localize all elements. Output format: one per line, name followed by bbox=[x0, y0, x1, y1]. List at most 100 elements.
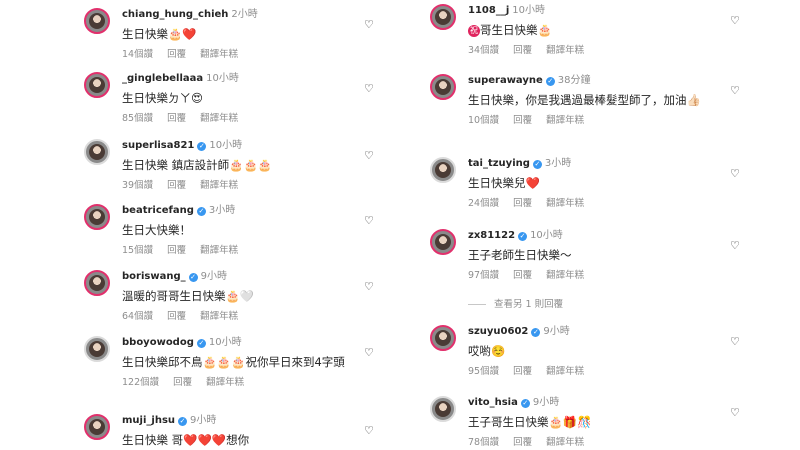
username[interactable]: bboyowodog bbox=[122, 337, 194, 348]
likes-count[interactable]: 95個讚 bbox=[468, 366, 499, 377]
likes-count[interactable]: 34個讚 bbox=[468, 45, 499, 56]
comment-header: zx81122 ✓ 10小時 bbox=[468, 229, 718, 243]
comment-header: superlisa821 ✓ 10小時 bbox=[122, 139, 352, 153]
username[interactable]: chiang_hung_chieh bbox=[122, 9, 228, 20]
avatar[interactable] bbox=[84, 204, 110, 230]
likes-count[interactable]: 15個讚 bbox=[122, 245, 153, 256]
comment-text-content: 王子哥生日快樂🎂🎁🎊 bbox=[468, 415, 592, 429]
avatar[interactable] bbox=[430, 229, 456, 255]
heart-outline-icon[interactable]: ♡ bbox=[364, 83, 374, 94]
comment-text-content: 生日大快樂！ bbox=[122, 223, 191, 237]
comment-text: 哎喲☺️ bbox=[468, 343, 718, 359]
translate-button[interactable]: 翻譯年糕 bbox=[546, 198, 584, 209]
avatar[interactable] bbox=[430, 157, 456, 183]
comment-text-content: 生日快樂兒❤️ bbox=[468, 176, 540, 190]
timestamp: 10小時 bbox=[512, 5, 545, 16]
username[interactable]: muji_jhsu bbox=[122, 415, 175, 426]
heart-outline-icon[interactable]: ♡ bbox=[730, 15, 740, 26]
reply-button[interactable]: 回覆 bbox=[167, 49, 186, 60]
comment-body: 1108__j 10小時祝哥生日快樂🎂 34個讚 回覆 翻譯年糕 bbox=[468, 4, 718, 56]
username[interactable]: tai_tzuying bbox=[468, 158, 530, 169]
likes-count[interactable]: 97個讚 bbox=[468, 270, 499, 281]
comment-meta: 39個讚 回覆 翻譯年糕 bbox=[122, 177, 352, 191]
view-more-replies[interactable]: 查看另 1 則回覆 bbox=[468, 296, 563, 310]
avatar[interactable] bbox=[84, 336, 110, 362]
avatar[interactable] bbox=[84, 8, 110, 34]
timestamp: 38分鐘 bbox=[557, 75, 591, 86]
avatar[interactable] bbox=[84, 270, 110, 296]
avatar[interactable] bbox=[430, 74, 456, 100]
view-replies-label: 查看另 1 則回覆 bbox=[494, 299, 564, 310]
likes-count[interactable]: 24個讚 bbox=[468, 198, 499, 209]
avatar[interactable] bbox=[430, 4, 456, 30]
heart-outline-icon[interactable]: ♡ bbox=[730, 85, 740, 96]
avatar[interactable] bbox=[84, 72, 110, 98]
likes-count[interactable]: 85個讚 bbox=[122, 113, 153, 124]
translate-button[interactable]: 翻譯年糕 bbox=[206, 377, 244, 388]
heart-outline-icon[interactable]: ♡ bbox=[364, 19, 374, 30]
reply-button[interactable]: 回覆 bbox=[513, 45, 532, 56]
comment-body: zx81122 ✓ 10小時 王子老師生日快樂～ 97個讚 回覆 翻譯年糕 bbox=[468, 229, 718, 281]
likes-count[interactable]: 78個讚 bbox=[468, 437, 499, 448]
likes-count[interactable]: 39個讚 bbox=[122, 180, 153, 191]
username[interactable]: 1108__j bbox=[468, 5, 509, 16]
heart-outline-icon[interactable]: ♡ bbox=[730, 407, 740, 418]
timestamp: 2小時 bbox=[231, 9, 258, 20]
comment-text-content: 哥生日快樂🎂 bbox=[480, 23, 552, 37]
translate-button[interactable]: 翻譯年糕 bbox=[546, 437, 584, 448]
translate-button[interactable]: 翻譯年糕 bbox=[546, 115, 584, 126]
comment-meta: 95個讚 回覆 翻譯年糕 bbox=[468, 363, 718, 377]
comment-header: _ginglebellaaa 10小時 bbox=[122, 72, 352, 86]
likes-count[interactable]: 64個讚 bbox=[122, 311, 153, 322]
heart-outline-icon[interactable]: ♡ bbox=[364, 150, 374, 161]
reply-button[interactable]: 回覆 bbox=[167, 311, 186, 322]
translate-button[interactable]: 翻譯年糕 bbox=[200, 245, 238, 256]
reply-button[interactable]: 回覆 bbox=[513, 198, 532, 209]
reply-button[interactable]: 回覆 bbox=[173, 377, 192, 388]
translate-button[interactable]: 翻譯年糕 bbox=[546, 270, 584, 281]
translate-button[interactable]: 翻譯年糕 bbox=[200, 49, 238, 60]
username[interactable]: szuyu0602 bbox=[468, 326, 528, 337]
heart-outline-icon[interactable]: ♡ bbox=[364, 215, 374, 226]
reply-button[interactable]: 回覆 bbox=[513, 366, 532, 377]
heart-outline-icon[interactable]: ♡ bbox=[364, 425, 374, 436]
heart-outline-icon[interactable]: ♡ bbox=[730, 168, 740, 179]
comment-body: superawayne ✓ 38分鐘 生日快樂，你是我遇過最棒髮型師了，加油👍🏻 10個… bbox=[468, 74, 718, 126]
translate-button[interactable]: 翻譯年糕 bbox=[200, 113, 238, 124]
avatar[interactable] bbox=[430, 396, 456, 422]
avatar[interactable] bbox=[430, 325, 456, 351]
comment-meta: 64個讚 回覆 翻譯年糕 bbox=[122, 308, 352, 322]
heart-outline-icon[interactable]: ♡ bbox=[730, 336, 740, 347]
translate-button[interactable]: 翻譯年糕 bbox=[546, 366, 584, 377]
heart-outline-icon[interactable]: ♡ bbox=[730, 240, 740, 251]
username[interactable]: superlisa821 bbox=[122, 140, 194, 151]
heart-outline-icon[interactable]: ♡ bbox=[364, 347, 374, 358]
reply-button[interactable]: 回覆 bbox=[167, 113, 186, 124]
username[interactable]: _ginglebellaaa bbox=[122, 73, 203, 84]
username[interactable]: boriswang_ bbox=[122, 271, 186, 282]
translate-button[interactable]: 翻譯年糕 bbox=[200, 180, 238, 191]
comment-body: chiang_hung_chieh 2小時 生日快樂🎂❤️ 14個讚 回覆 翻譯年糕 bbox=[122, 8, 352, 60]
username[interactable]: superawayne bbox=[468, 75, 543, 86]
likes-count[interactable]: 122個讚 bbox=[122, 377, 159, 388]
username[interactable]: vito_hsia bbox=[468, 397, 518, 408]
comment-body: muji_jhsu ✓ 9小時 生日快樂 哥❤️❤️❤️想你 bbox=[122, 414, 352, 448]
comment-text: 溫暖的哥哥生日快樂🎂🤍 bbox=[122, 288, 352, 304]
avatar[interactable] bbox=[84, 414, 110, 440]
reply-button[interactable]: 回覆 bbox=[167, 245, 186, 256]
translate-button[interactable]: 翻譯年糕 bbox=[200, 311, 238, 322]
reply-button[interactable]: 回覆 bbox=[513, 115, 532, 126]
likes-count[interactable]: 14個讚 bbox=[122, 49, 153, 60]
reply-button[interactable]: 回覆 bbox=[167, 180, 186, 191]
username[interactable]: zx81122 bbox=[468, 230, 515, 241]
username[interactable]: beatricefang bbox=[122, 205, 194, 216]
reply-button[interactable]: 回覆 bbox=[513, 270, 532, 281]
comment-text: 生日快樂🎂❤️ bbox=[122, 26, 352, 42]
heart-outline-icon[interactable]: ♡ bbox=[364, 281, 374, 292]
comment-header: chiang_hung_chieh 2小時 bbox=[122, 8, 352, 22]
verified-badge-icon: ✓ bbox=[178, 417, 188, 426]
reply-button[interactable]: 回覆 bbox=[513, 437, 532, 448]
translate-button[interactable]: 翻譯年糕 bbox=[546, 45, 584, 56]
avatar[interactable] bbox=[84, 139, 110, 165]
likes-count[interactable]: 10個讚 bbox=[468, 115, 499, 126]
